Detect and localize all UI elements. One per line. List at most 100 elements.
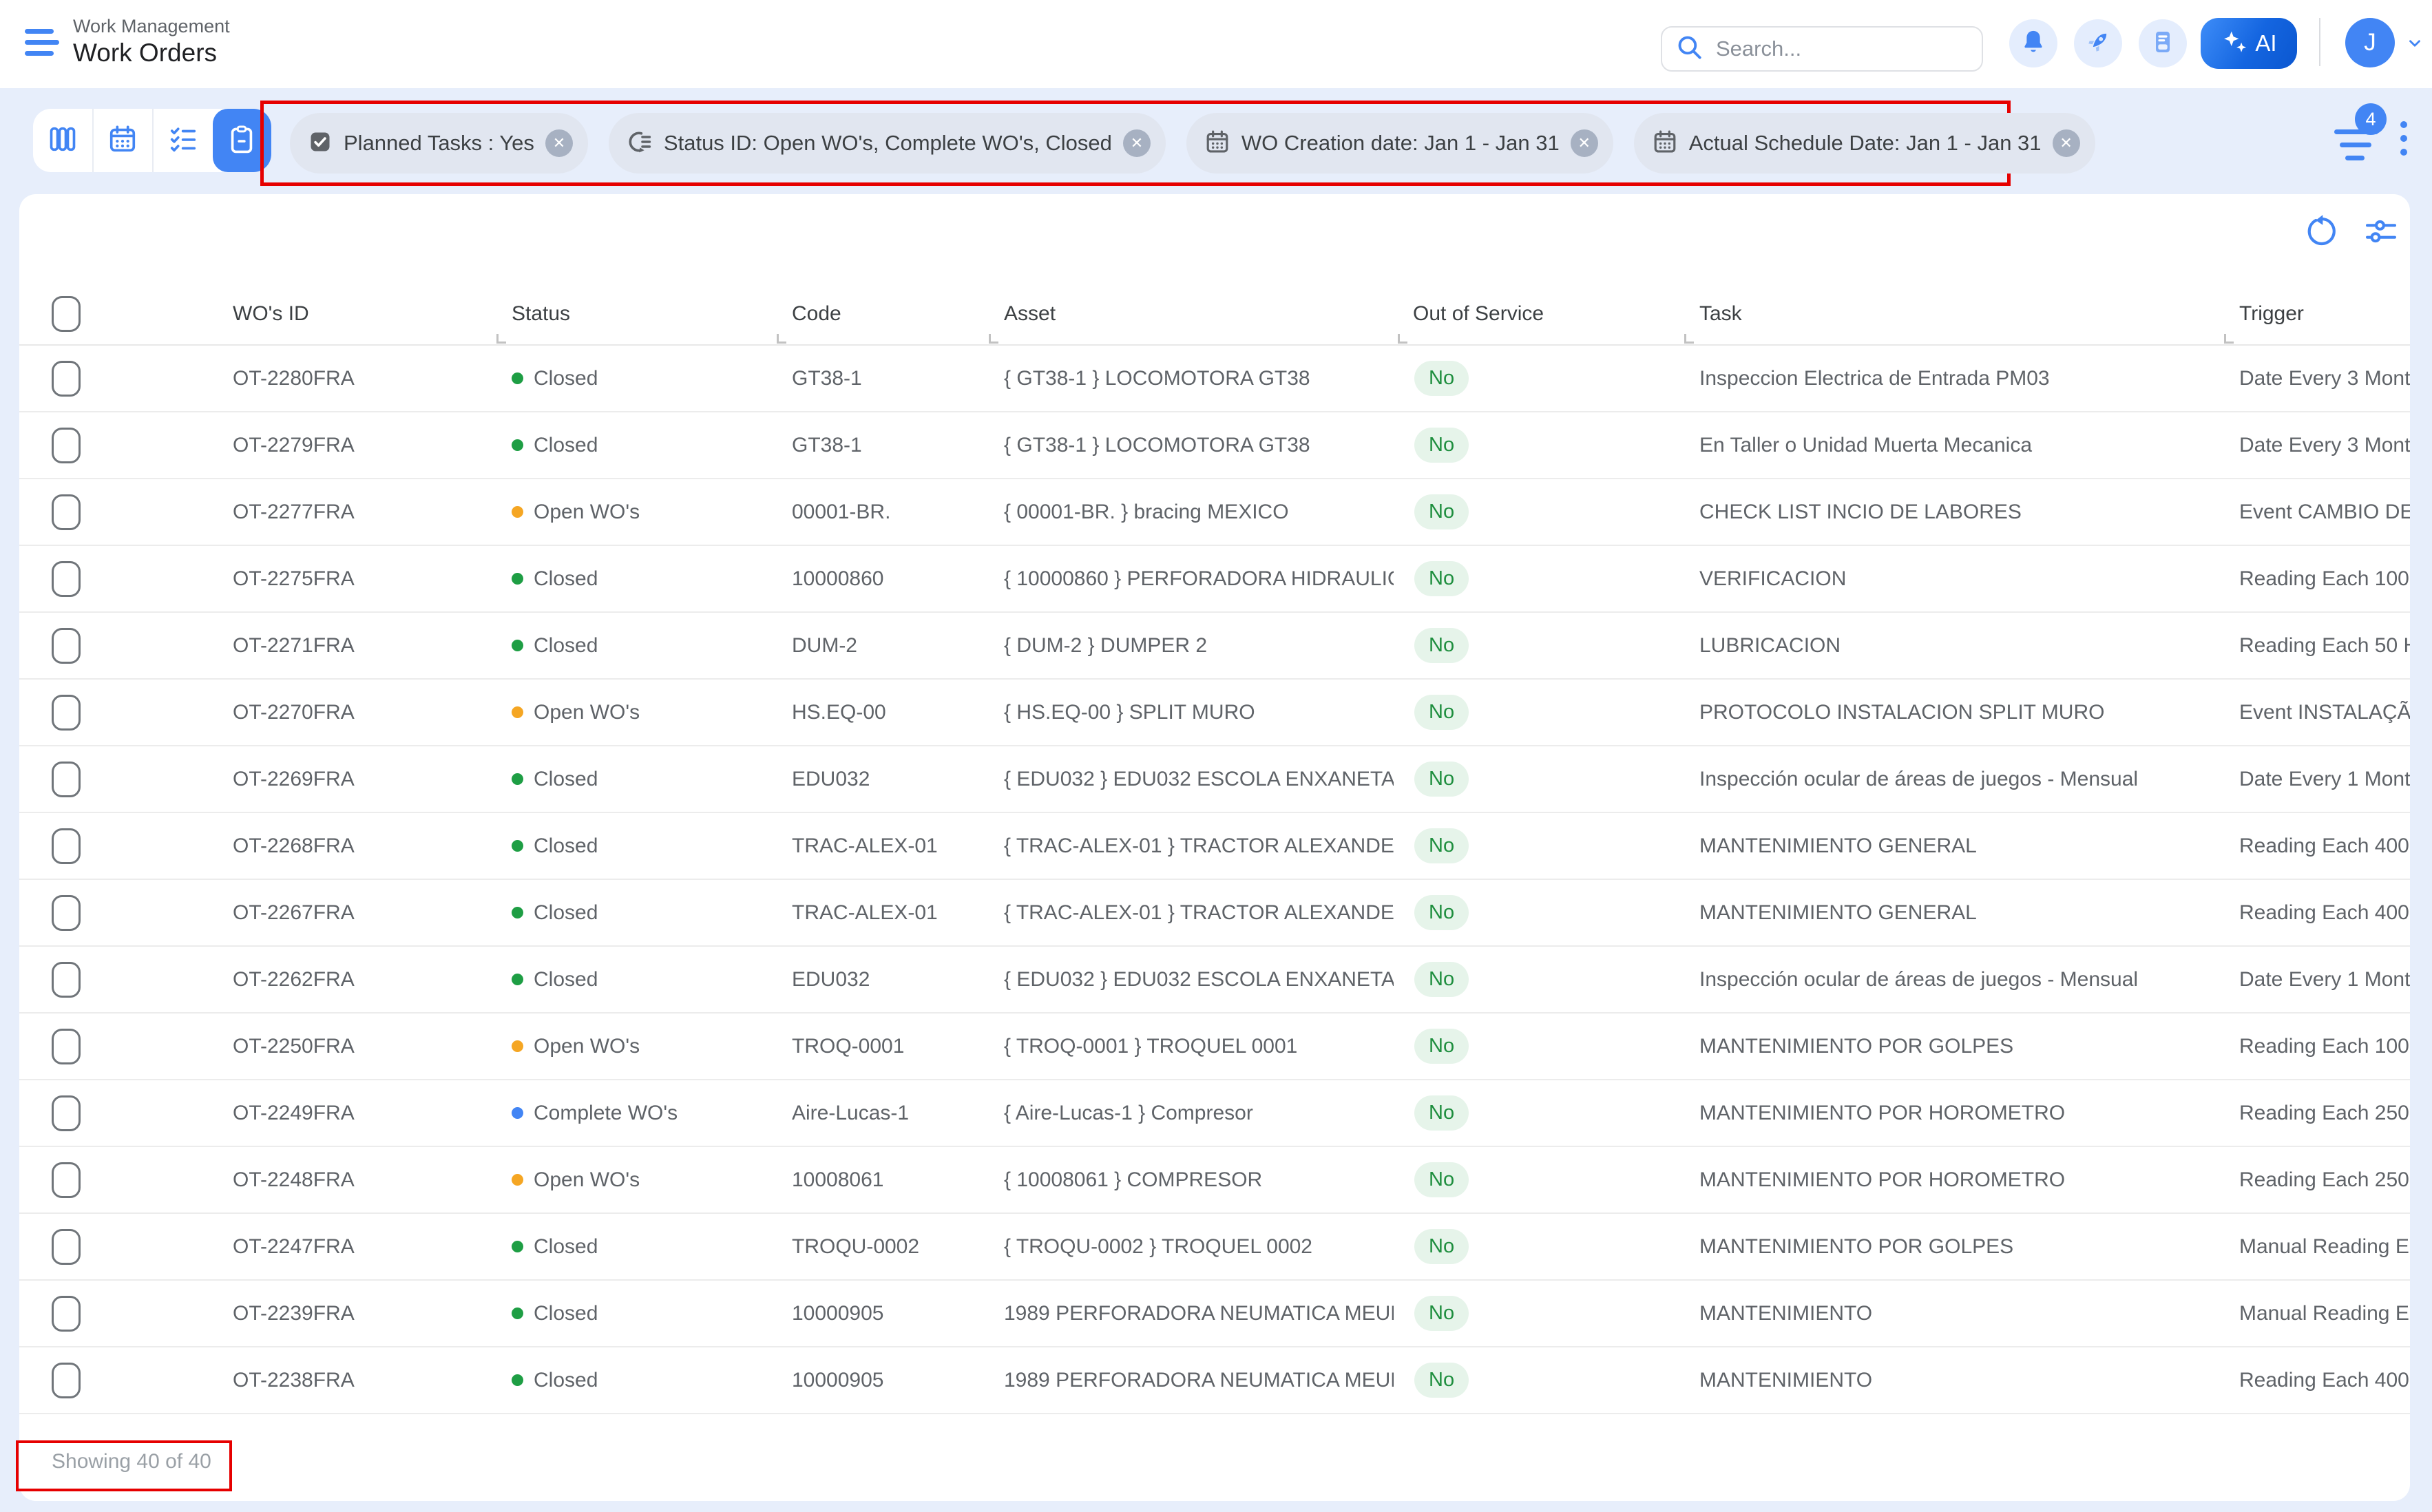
row-select-cell bbox=[19, 428, 213, 463]
code-cell: 00001-BR. bbox=[773, 501, 985, 524]
column-header-wos-id[interactable]: WO's ID bbox=[213, 302, 492, 326]
status-cell: Closed bbox=[492, 901, 773, 925]
table-row[interactable]: OT-2268FRAClosedTRAC-ALEX-01{ TRAC-ALEX-… bbox=[19, 813, 2410, 880]
close-icon[interactable]: ✕ bbox=[1123, 129, 1151, 157]
more-options-button[interactable] bbox=[2400, 121, 2409, 162]
table-row[interactable]: OT-2262FRAClosedEDU032{ EDU032 } EDU032 … bbox=[19, 947, 2410, 1014]
row-checkbox[interactable] bbox=[52, 962, 81, 998]
table-row[interactable]: OT-2279FRAClosedGT38-1{ GT38-1 } LOCOMOT… bbox=[19, 412, 2410, 479]
row-checkbox[interactable] bbox=[52, 428, 81, 463]
column-header-code[interactable]: Code bbox=[773, 302, 985, 326]
refresh-button[interactable] bbox=[2303, 212, 2341, 251]
table-row[interactable]: OT-2239FRAClosed100009051989 PERFORADORA… bbox=[19, 1281, 2410, 1347]
row-checkbox[interactable] bbox=[52, 1363, 81, 1398]
filter-chip[interactable]: Status ID: Open WO's, Complete WO's, Clo… bbox=[609, 113, 1166, 174]
row-checkbox[interactable] bbox=[52, 628, 81, 664]
row-checkbox[interactable] bbox=[52, 1162, 81, 1198]
launch-button[interactable] bbox=[2074, 19, 2122, 67]
table-row[interactable]: OT-2267FRAClosedTRAC-ALEX-01{ TRAC-ALEX-… bbox=[19, 880, 2410, 947]
wo-id-cell: OT-2262FRA bbox=[213, 968, 492, 991]
code-cell: EDU032 bbox=[773, 768, 985, 791]
task-cell: MANTENIMIENTO POR GOLPES bbox=[1680, 1035, 2220, 1058]
status-cell: Closed bbox=[492, 1369, 773, 1392]
task-cell: En Taller o Unidad Muerta Mecanica bbox=[1680, 434, 2220, 457]
task-cell: VERIFICACION bbox=[1680, 567, 2220, 591]
close-icon[interactable]: ✕ bbox=[1571, 129, 1598, 157]
row-select-cell bbox=[19, 361, 213, 397]
table-row[interactable]: OT-2238FRAClosed100009051989 PERFORADORA… bbox=[19, 1347, 2410, 1414]
avatar[interactable]: J bbox=[2345, 18, 2395, 67]
asset-cell: { EDU032 } EDU032 ESCOLA ENXANETA bbox=[985, 768, 1394, 791]
notifications-button[interactable] bbox=[2009, 19, 2057, 67]
task-cell: MANTENIMIENTO GENERAL bbox=[1680, 834, 2220, 858]
filter-band: Planned Tasks : Yes✕ Status ID: Open WO's… bbox=[0, 88, 2432, 194]
table-row[interactable]: OT-2247FRAClosedTROQU-0002{ TROQU-0002 }… bbox=[19, 1214, 2410, 1281]
row-select-cell bbox=[19, 1162, 213, 1198]
clipboard-view-button[interactable] bbox=[213, 109, 272, 172]
work-orders-page: { "topbar": { "app_section": "Work Manag… bbox=[0, 0, 2432, 1512]
row-checkbox[interactable] bbox=[52, 494, 81, 530]
table-row[interactable]: OT-2270FRAOpen WO'sHS.EQ-00{ HS.EQ-00 } … bbox=[19, 680, 2410, 746]
code-cell: 10000860 bbox=[773, 567, 985, 591]
row-checkbox[interactable] bbox=[52, 762, 81, 797]
row-select-cell bbox=[19, 1363, 213, 1398]
column-header-status[interactable]: Status bbox=[492, 302, 773, 326]
ai-button[interactable]: AI bbox=[2201, 18, 2297, 69]
filter-chip[interactable]: WO Creation date: Jan 1 - Jan 31✕ bbox=[1186, 113, 1613, 174]
column-header-out-of-service[interactable]: Out of Service bbox=[1394, 302, 1680, 326]
row-select-cell bbox=[19, 828, 213, 864]
row-checkbox[interactable] bbox=[52, 828, 81, 864]
row-checkbox[interactable] bbox=[52, 695, 81, 731]
table-row[interactable]: OT-2277FRAOpen WO's00001-BR.{ 00001-BR. … bbox=[19, 479, 2410, 546]
close-icon[interactable]: ✕ bbox=[545, 129, 573, 157]
table-row[interactable]: OT-2249FRAComplete WO'sAire-Lucas-1{ Air… bbox=[19, 1080, 2410, 1147]
row-checkbox[interactable] bbox=[52, 1229, 81, 1265]
out-of-service-cell: No bbox=[1394, 828, 1680, 863]
search-icon bbox=[1675, 32, 1705, 66]
checklist-view-button[interactable] bbox=[154, 109, 213, 172]
search-box[interactable] bbox=[1661, 26, 1983, 72]
table-row[interactable]: OT-2280FRAClosedGT38-1{ GT38-1 } LOCOMOT… bbox=[19, 346, 2410, 412]
chevron-down-icon[interactable] bbox=[2406, 34, 2424, 52]
view-switcher bbox=[33, 109, 271, 172]
task-cell: Inspeccion Electrica de Entrada PM03 bbox=[1680, 367, 2220, 390]
column-header-trigger[interactable]: Trigger bbox=[2220, 302, 2410, 326]
out-of-service-cell: No bbox=[1394, 1296, 1680, 1331]
asset-cell: 1989 PERFORADORA NEUMATICA MEUDON bbox=[985, 1302, 1394, 1325]
row-checkbox[interactable] bbox=[52, 1029, 81, 1064]
close-icon[interactable]: ✕ bbox=[2053, 129, 2080, 157]
columns-view-button[interactable] bbox=[33, 109, 94, 172]
filter-chip[interactable]: Planned Tasks : Yes✕ bbox=[290, 113, 588, 174]
out-of-service-badge: No bbox=[1414, 361, 1469, 396]
row-checkbox[interactable] bbox=[52, 895, 81, 931]
clipboard-icon bbox=[226, 123, 258, 158]
wo-id-cell: OT-2247FRA bbox=[213, 1235, 492, 1259]
trigger-cell: Reading Each 250 Horas bbox=[2220, 1168, 2410, 1192]
wo-id-cell: OT-2279FRA bbox=[213, 434, 492, 457]
filter-chip[interactable]: Actual Schedule Date: Jan 1 - Jan 31✕ bbox=[1634, 113, 2095, 174]
row-checkbox[interactable] bbox=[52, 1296, 81, 1332]
menu-icon[interactable] bbox=[25, 29, 61, 61]
table-settings-button[interactable] bbox=[2362, 212, 2400, 251]
calendar-view-button[interactable] bbox=[94, 109, 154, 172]
checkbox-icon bbox=[308, 129, 333, 158]
asset-cell: { DUM-2 } DUMPER 2 bbox=[985, 634, 1394, 658]
table-row[interactable]: OT-2269FRAClosedEDU032{ EDU032 } EDU032 … bbox=[19, 746, 2410, 813]
row-checkbox[interactable] bbox=[52, 1095, 81, 1131]
table-row[interactable]: OT-2250FRAOpen WO'sTROQ-0001{ TROQ-0001 … bbox=[19, 1014, 2410, 1080]
column-header-asset[interactable]: Asset bbox=[985, 302, 1394, 326]
filter-button[interactable]: 4 bbox=[2334, 120, 2382, 161]
row-checkbox[interactable] bbox=[52, 561, 81, 597]
status-dot-icon bbox=[512, 974, 523, 985]
trigger-cell: Reading Each 50 Horas bbox=[2220, 634, 2410, 658]
trigger-cell: Date Every 3 Months bbox=[2220, 367, 2410, 390]
column-header-task[interactable]: Task bbox=[1680, 302, 2220, 326]
table-row[interactable]: OT-2275FRAClosed10000860{ 10000860 } PER… bbox=[19, 546, 2410, 613]
row-select-cell bbox=[19, 895, 213, 931]
table-row[interactable]: OT-2248FRAOpen WO's10008061{ 10008061 } … bbox=[19, 1147, 2410, 1214]
row-checkbox[interactable] bbox=[52, 361, 81, 397]
select-all-checkbox[interactable] bbox=[52, 296, 81, 332]
table-row[interactable]: OT-2271FRAClosedDUM-2{ DUM-2 } DUMPER 2N… bbox=[19, 613, 2410, 680]
docs-button[interactable] bbox=[2139, 19, 2187, 67]
search-input[interactable] bbox=[1715, 36, 1944, 62]
